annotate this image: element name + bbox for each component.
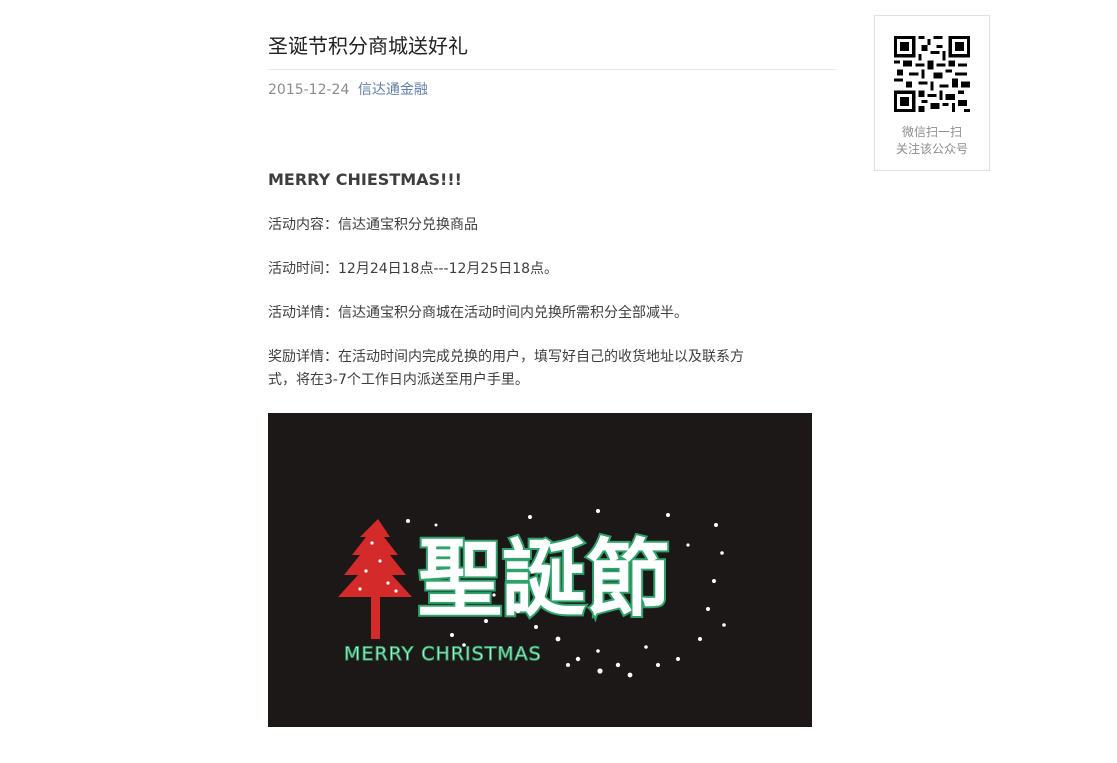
christmas-banner-art: 聖誕節 MERRY CHRISTMAS: [268, 413, 812, 727]
qr-caption-line1: 微信扫一扫: [901, 125, 962, 139]
headline: MERRY CHIESTMAS!!!: [268, 170, 462, 189]
article-page: 圣诞节积分商城送好礼 2015-12-24 信达通金融 MERRY CHIEST…: [0, 0, 1117, 763]
qr-panel: 微信扫一扫 关注该公众号: [874, 15, 990, 171]
article-meta: 2015-12-24 信达通金融: [268, 80, 836, 100]
paragraph-time: 活动时间：12月24日18点---12月25日18点。: [268, 261, 559, 277]
paragraph-details: 活动详情：信达通宝积分商城在活动时间内兑换所需积分全部减半。: [268, 305, 688, 321]
christmas-banner-image: 聖誕節 MERRY CHRISTMAS: [268, 413, 812, 727]
qr-code-icon[interactable]: [894, 36, 970, 112]
publish-date: 2015-12-24: [268, 82, 350, 98]
article-content: MERRY CHIESTMAS!!! 活动内容：信达通宝积分兑换商品 活动时间：…: [268, 168, 836, 727]
banner-main-text: 聖誕節: [418, 530, 670, 628]
banner-sub-text: MERRY CHRISTMAS: [344, 643, 542, 665]
article: 圣诞节积分商城送好礼 2015-12-24 信达通金融 MERRY CHIEST…: [268, 32, 836, 727]
account-name-link[interactable]: 信达通金融: [358, 82, 428, 98]
paragraph-reward: 奖励详情：在活动时间内完成兑换的用户，填写好自己的收货地址以及联系方式，将在3-…: [268, 349, 744, 388]
article-title: 圣诞节积分商城送好礼: [268, 32, 836, 70]
qr-caption-line2: 关注该公众号: [895, 142, 968, 156]
paragraph-content: 活动内容：信达通宝积分兑换商品: [268, 217, 478, 233]
qr-caption: 微信扫一扫 关注该公众号: [875, 124, 989, 158]
